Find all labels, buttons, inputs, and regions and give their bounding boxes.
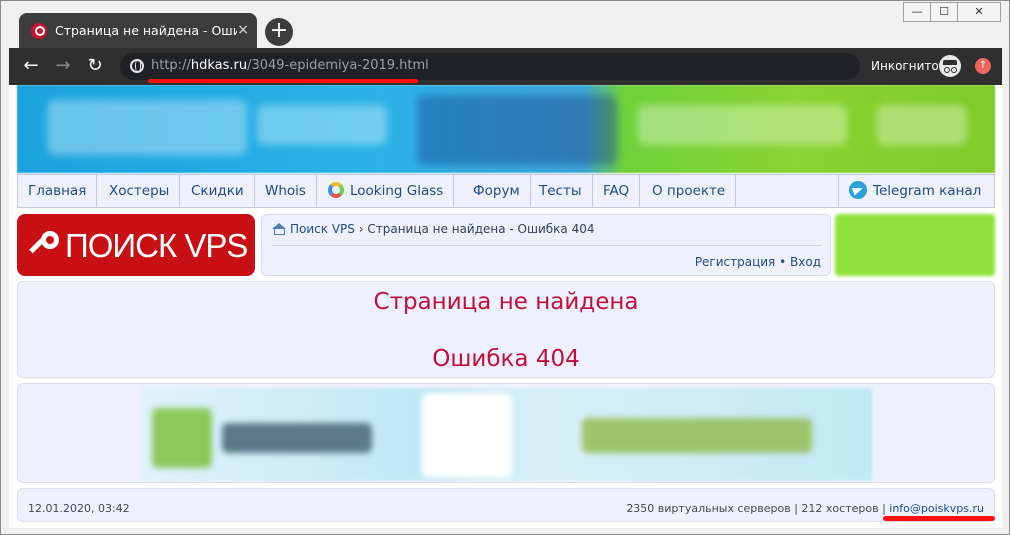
looking-glass-icon xyxy=(328,182,344,198)
breadcrumb-separator: › xyxy=(358,222,364,236)
globe-icon[interactable] xyxy=(130,59,144,73)
menu-item-telegram[interactable]: Telegram канал xyxy=(838,175,991,207)
menu-item-discounts[interactable]: Скидки xyxy=(181,175,255,207)
reload-icon[interactable]: ↻ xyxy=(83,55,107,79)
footer-stats: 2350 виртуальных серверов | 212 хостеров… xyxy=(626,502,984,515)
auth-separator: • xyxy=(779,255,787,269)
new-tab-button[interactable]: + xyxy=(265,18,293,46)
wide-ad-banner[interactable] xyxy=(142,388,872,481)
site-favicon-icon xyxy=(31,23,47,39)
back-arrow-icon[interactable]: ← xyxy=(19,55,43,79)
maximize-button[interactable]: ☐ xyxy=(930,2,958,22)
error-title: Страница не найдена xyxy=(373,289,639,315)
url-annotation-underline xyxy=(148,79,418,83)
incognito-icon[interactable] xyxy=(939,55,961,77)
menu-item-faq[interactable]: FAQ xyxy=(593,175,641,207)
key-icon xyxy=(29,231,59,261)
incognito-label: Инкогнито xyxy=(871,59,939,73)
tab-close-icon[interactable]: × xyxy=(237,22,249,38)
title-bar: Страница не найдена - Ошибка 404 × + — ☐… xyxy=(1,1,1009,48)
register-link[interactable]: Регистрация xyxy=(695,255,775,269)
tab-title: Страница не найдена - Ошибка 404 xyxy=(55,23,237,38)
breadcrumb: Поиск VPS › Страница не найдена - Ошибка… xyxy=(272,222,595,236)
footer-datetime: 12.01.2020, 03:42 xyxy=(28,502,130,515)
forward-arrow-icon[interactable]: → xyxy=(51,55,75,79)
footer-stats-text: 2350 виртуальных серверов | 212 хостеров… xyxy=(626,502,886,515)
logo-text: ПОИСК VPS xyxy=(65,227,248,264)
auth-links: Регистрация • Вход xyxy=(695,255,821,269)
address-bar[interactable]: http://hdkas.ru/3049-epidemiya-2019.html xyxy=(120,53,860,80)
breadcrumb-panel: Поиск VPS › Страница не найдена - Ошибка… xyxy=(261,214,831,276)
error-panel: Страница не найдена Ошибка 404 xyxy=(17,281,995,378)
menu-item-forum[interactable]: Форум xyxy=(463,175,531,207)
menu-item-about[interactable]: О проекте xyxy=(642,175,737,207)
main-menu: Главная Хостеры Скидки Whois Looking Gla… xyxy=(17,174,995,208)
menu-item-tests[interactable]: Тесты xyxy=(529,175,593,207)
home-icon[interactable] xyxy=(272,223,286,235)
menu-item-home[interactable]: Главная xyxy=(18,175,98,207)
footer-email-link[interactable]: info@poiskvps.ru xyxy=(889,502,984,515)
menu-item-whois[interactable]: Whois xyxy=(255,175,317,207)
menu-item-looking-glass[interactable]: Looking Glass xyxy=(318,175,455,207)
top-ad-banner[interactable] xyxy=(17,85,995,173)
browser-window: Страница не найдена - Ошибка 404 × + — ☐… xyxy=(0,0,1010,535)
divider xyxy=(272,245,822,246)
breadcrumb-current: Страница не найдена - Ошибка 404 xyxy=(367,222,595,236)
side-ad-banner[interactable] xyxy=(835,214,995,276)
footer: 12.01.2020, 03:42 2350 виртуальных серве… xyxy=(17,488,995,522)
breadcrumb-root-link[interactable]: Поиск VPS xyxy=(290,222,355,236)
page-content: Главная Хостеры Скидки Whois Looking Gla… xyxy=(9,85,1002,528)
error-code: Ошибка 404 xyxy=(432,346,580,372)
email-annotation-underline xyxy=(883,516,995,521)
url-text[interactable]: http://hdkas.ru/3049-epidemiya-2019.html xyxy=(151,58,429,73)
menu-item-hosters[interactable]: Хостеры xyxy=(99,175,181,207)
close-window-button[interactable]: ✕ xyxy=(957,2,1001,22)
minimize-button[interactable]: — xyxy=(903,2,931,22)
login-link[interactable]: Вход xyxy=(790,255,821,269)
telegram-icon xyxy=(849,181,867,199)
site-logo[interactable]: ПОИСК VPS xyxy=(17,214,255,276)
browser-tab[interactable]: Страница не найдена - Ошибка 404 × xyxy=(19,13,257,48)
update-icon[interactable]: ↑ xyxy=(975,58,991,74)
